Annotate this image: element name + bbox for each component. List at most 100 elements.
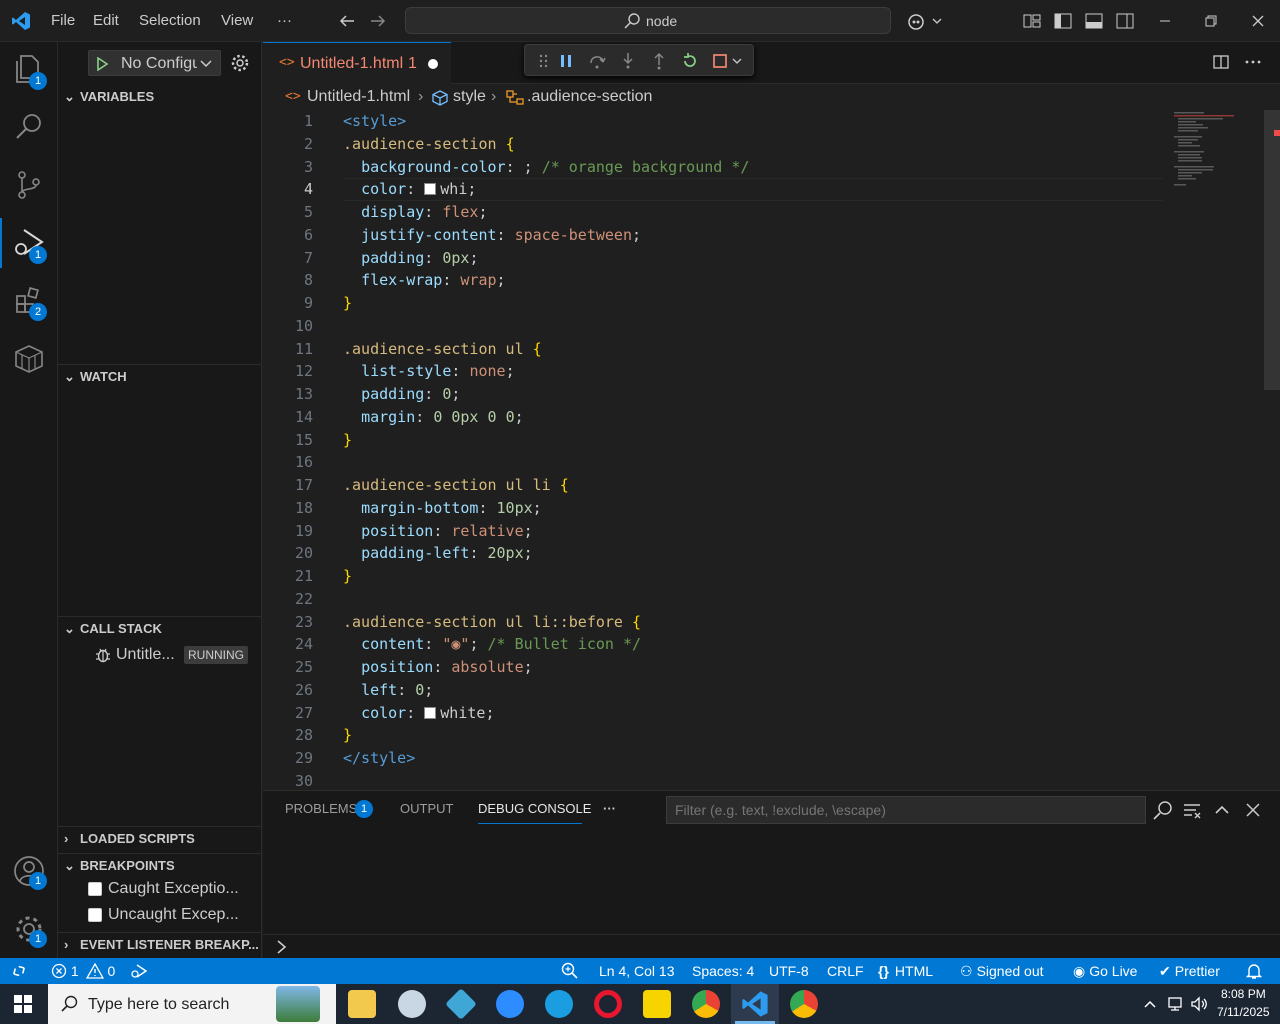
code-line[interactable]: 11 .audience-section ul { — [263, 338, 1163, 361]
call-stack-item[interactable]: Untitle... RUNNING — [58, 642, 261, 668]
code-line[interactable]: 28} — [263, 724, 1163, 747]
breakpoints-section-header[interactable]: ⌄ BREAKPOINTS — [64, 855, 175, 877]
code-line[interactable]: 27 color: white; — [263, 702, 1163, 725]
remote-indicator-icon[interactable] — [11, 963, 27, 979]
step-out-icon[interactable] — [650, 52, 668, 70]
maximize-panel-icon[interactable] — [1212, 800, 1232, 820]
network-icon[interactable] — [1166, 996, 1184, 1012]
account-status[interactable]: ⚇ Signed out — [960, 962, 1044, 980]
clear-console-icon[interactable] — [1182, 800, 1202, 820]
toggle-panel-icon[interactable] — [1084, 11, 1104, 31]
end-of-line[interactable]: CRLF — [827, 962, 864, 980]
variables-section-header[interactable]: ⌄ VARIABLES — [64, 86, 154, 108]
minimap[interactable] — [1170, 110, 1264, 200]
chrome-browser-icon[interactable] — [692, 990, 720, 1018]
step-over-icon[interactable] — [588, 52, 606, 70]
restore-icon[interactable] — [1201, 11, 1221, 31]
code-line[interactable]: 6 justify-content: space-between; — [263, 224, 1163, 247]
breakpoint-caught-exceptions[interactable]: Caught Exceptio... — [88, 880, 239, 898]
code-line[interactable]: 5 display: flex; — [263, 201, 1163, 224]
opera-browser-icon[interactable] — [594, 990, 622, 1018]
run-config-select[interactable]: No Configu — [88, 50, 221, 76]
search-icon[interactable] — [1153, 800, 1173, 820]
indentation[interactable]: Spaces: 4 — [692, 962, 754, 980]
breadcrumb-section[interactable]: .audience-section — [527, 88, 652, 106]
encoding[interactable]: UTF-8 — [769, 962, 809, 980]
search-view-icon[interactable] — [12, 110, 46, 144]
code-line[interactable]: 21} — [263, 565, 1163, 588]
pause-icon[interactable] — [558, 53, 574, 69]
code-line[interactable]: 8 flex-wrap: wrap; — [263, 269, 1163, 292]
code-line[interactable]: 18 margin-bottom: 10px; — [263, 497, 1163, 520]
drag-handle-icon[interactable] — [539, 54, 549, 68]
code-line[interactable]: 19 position: relative; — [263, 520, 1163, 543]
code-line[interactable]: 13 padding: 0; — [263, 383, 1163, 406]
vscode-taskbar-icon[interactable] — [741, 990, 769, 1018]
split-editor-icon[interactable] — [1212, 53, 1230, 71]
breadcrumb-file[interactable]: Untitled-1.html — [307, 88, 410, 106]
code-line[interactable]: 2 .audience-section { — [263, 133, 1163, 156]
tab-debug-console[interactable]: DEBUG CONSOLE — [478, 801, 591, 816]
menu-selection[interactable]: Selection — [139, 11, 201, 31]
breakpoint-uncaught-exceptions[interactable]: Uncaught Excep... — [88, 906, 239, 924]
tab-untitled-1[interactable]: <> Untitled-1.html 1 — [263, 42, 451, 84]
show-hidden-icons-chevron-icon[interactable] — [1142, 996, 1158, 1012]
code-line[interactable]: 26 left: 0; — [263, 679, 1163, 702]
code-line[interactable]: 22 — [263, 588, 1163, 611]
sticky-notes-icon[interactable] — [643, 990, 671, 1018]
console-prompt-chevron-icon[interactable] — [275, 939, 289, 955]
debug-console-filter-input[interactable] — [666, 796, 1146, 824]
edge-browser-icon[interactable] — [545, 990, 573, 1018]
tab-problems[interactable]: PROBLEMS — [285, 801, 357, 816]
copilot-icon[interactable] — [907, 11, 943, 31]
chrome-browser-icon[interactable] — [790, 990, 818, 1018]
code-line[interactable]: 17 .audience-section ul li { — [263, 474, 1163, 497]
cursor-position[interactable]: Ln 4, Col 13 — [599, 962, 675, 980]
code-line[interactable]: 1 <style> — [263, 110, 1163, 133]
menu-file[interactable]: File — [51, 11, 75, 31]
go-live-button[interactable]: ◉ Go Live — [1073, 962, 1137, 980]
forward-arrow-icon[interactable] — [368, 11, 388, 31]
code-line[interactable]: 4 color: whi; — [263, 178, 1163, 201]
toggle-secondary-sidebar-icon[interactable] — [1115, 11, 1135, 31]
zoom-search-icon[interactable] — [561, 962, 579, 980]
code-line[interactable]: 24 content: "◉"; /* Bullet icon */ — [263, 633, 1163, 656]
close-window-icon[interactable] — [1248, 11, 1268, 31]
menu-view[interactable]: View — [221, 11, 253, 31]
step-into-icon[interactable] — [619, 52, 637, 70]
menu-edit[interactable]: Edit — [93, 11, 119, 31]
open-launch-json-gear-icon[interactable] — [230, 53, 250, 73]
minimize-icon[interactable] — [1155, 11, 1175, 31]
customize-layout-icon[interactable] — [1022, 11, 1042, 31]
taskbar-search-box[interactable]: Type here to search — [48, 984, 336, 1024]
paint-app-icon[interactable] — [398, 990, 426, 1018]
clock-time[interactable]: 8:08 PM — [1221, 987, 1266, 1001]
loaded-scripts-section-header[interactable]: › LOADED SCRIPTS — [64, 828, 195, 850]
code-line[interactable]: 23 .audience-section ul li::before { — [263, 611, 1163, 634]
source-control-icon[interactable] — [12, 168, 46, 202]
more-actions-icon[interactable] — [1244, 53, 1262, 71]
code-line[interactable]: 29 </style> — [263, 747, 1163, 770]
dev-app-icon[interactable] — [445, 988, 477, 1020]
zoom-app-icon[interactable] — [496, 990, 524, 1018]
code-line[interactable]: 7 padding: 0px; — [263, 247, 1163, 270]
stop-icon[interactable] — [712, 53, 746, 69]
volume-icon[interactable] — [1190, 996, 1208, 1012]
watch-section-header[interactable]: ⌄ WATCH — [64, 366, 127, 388]
menu-more[interactable]: ··· — [277, 11, 292, 31]
color-swatch[interactable] — [424, 183, 437, 196]
uncaught-exceptions-checkbox[interactable] — [88, 907, 102, 922]
code-line[interactable]: 9} — [263, 292, 1163, 315]
remote-explorer-icon[interactable] — [12, 342, 46, 376]
problems-status[interactable]: 1 0 — [51, 962, 115, 980]
code-line[interactable]: 25 position: absolute; — [263, 656, 1163, 679]
notifications-bell-icon[interactable] — [1245, 962, 1263, 980]
file-explorer-icon[interactable] — [348, 990, 376, 1018]
start-debugging-icon[interactable] — [95, 57, 109, 71]
panel-more-actions[interactable]: ··· — [603, 801, 616, 816]
prettier-status[interactable]: ✔ Prettier — [1159, 962, 1220, 980]
debug-status-icon[interactable] — [130, 963, 148, 979]
back-arrow-icon[interactable] — [337, 11, 357, 31]
clock-date[interactable]: 7/11/2025 — [1217, 1005, 1270, 1019]
editor-scrollbar[interactable] — [1264, 110, 1280, 390]
